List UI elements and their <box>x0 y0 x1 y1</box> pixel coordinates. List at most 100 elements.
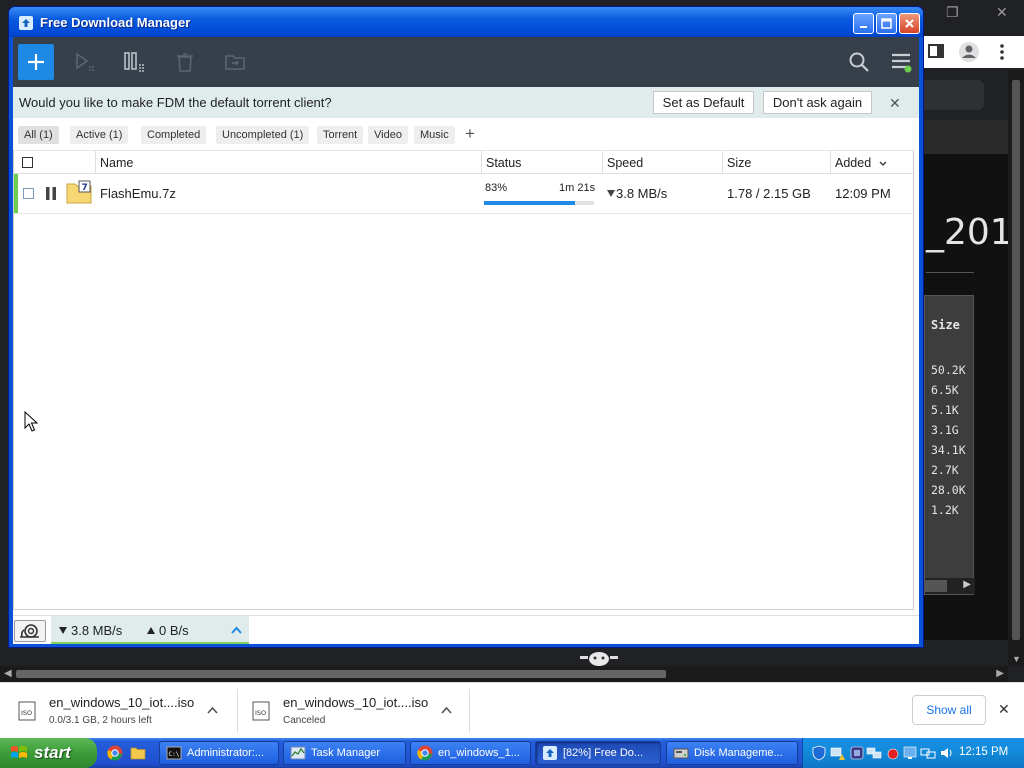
list-header: Name Status Speed Size Added <box>14 150 913 174</box>
dont-ask-again-button[interactable]: Don't ask again <box>763 91 872 114</box>
device-icon[interactable] <box>849 745 865 761</box>
robot-mascot-icon <box>580 652 618 666</box>
pause-icon[interactable] <box>45 186 57 201</box>
total-upload-speed: 0 B/s <box>159 623 189 638</box>
chrome-icon[interactable] <box>107 745 123 761</box>
taskbar-item-cmd[interactable]: C:\ Administrator:... <box>159 741 279 765</box>
scrollbar-thumb[interactable] <box>925 580 947 592</box>
taskbar-item-task-manager[interactable]: Task Manager <box>283 741 406 765</box>
speed-limiter-button[interactable] <box>14 620 46 642</box>
record-icon[interactable] <box>885 745 901 761</box>
network-warning-icon[interactable] <box>830 745 846 761</box>
move-to-folder-icon[interactable] <box>223 50 247 74</box>
clock[interactable]: 12:15 PM <box>959 746 1008 758</box>
chrome-icon <box>417 745 433 761</box>
search-icon[interactable] <box>847 50 871 74</box>
start-all-icon[interactable] <box>73 50 97 74</box>
profile-avatar-icon[interactable] <box>958 41 980 63</box>
scroll-right-arrow-icon[interactable]: ▶ <box>996 668 1004 679</box>
add-download-button[interactable] <box>18 44 54 80</box>
download-arrow-icon <box>59 627 67 634</box>
notification-text: Would you like to make FDM the default t… <box>19 95 332 110</box>
total-download-speed: 3.8 MB/s <box>71 623 123 638</box>
taskbar-item-chrome[interactable]: en_windows_1... <box>410 741 531 765</box>
chevron-up-icon[interactable] <box>207 706 218 714</box>
column-header-status[interactable]: Status <box>486 156 521 170</box>
minimize-button[interactable] <box>853 13 874 34</box>
maximize-icon <box>881 18 892 29</box>
maximize-button[interactable] <box>876 13 897 34</box>
shelf-download-item[interactable]: ISO en_windows_10_iot....iso Canceled <box>251 683 461 739</box>
fdm-window: Free Download Manager Would you like to … <box>8 6 924 648</box>
size-cell: 28.0K <box>931 483 966 497</box>
close-icon[interactable]: ✕ <box>996 4 1008 21</box>
show-all-button[interactable]: Show all <box>912 695 986 725</box>
scroll-down-arrow-icon[interactable]: ▼ <box>1012 654 1021 664</box>
column-header-size[interactable]: Size <box>727 156 751 170</box>
scroll-right-arrow-icon[interactable]: ▶ <box>963 579 971 590</box>
column-header-name[interactable]: Name <box>100 156 133 170</box>
volume-icon[interactable] <box>939 745 955 761</box>
tab-torrent[interactable]: Torrent <box>317 126 364 144</box>
column-header-added[interactable]: Added <box>835 156 871 170</box>
tab-all[interactable]: All (1) <box>18 126 59 144</box>
iso-file-icon: ISO <box>18 701 36 721</box>
system-tray: 12:15 PM <box>802 738 1024 768</box>
pause-all-icon[interactable] <box>123 50 147 74</box>
window-title: Free Download Manager <box>40 15 191 30</box>
column-header-speed[interactable]: Speed <box>607 156 643 170</box>
network-icon[interactable] <box>866 745 882 761</box>
chevron-up-icon[interactable] <box>441 706 452 714</box>
task-manager-icon <box>290 746 306 760</box>
archive-file-icon: 7 <box>66 180 92 204</box>
speed-summary[interactable]: 3.8 MB/s 0 B/s <box>51 616 249 644</box>
close-icon[interactable]: ✕ <box>889 95 901 112</box>
close-button[interactable] <box>899 13 920 34</box>
scrollbar-thumb[interactable] <box>1012 80 1020 640</box>
shelf-download-item[interactable]: ISO en_windows_10_iot....iso 0.0/3.1 GB,… <box>17 683 227 739</box>
main-menu-icon[interactable] <box>889 50 913 74</box>
taskbar-item-fdm[interactable]: [82%] Free Do... <box>535 741 661 765</box>
scrollbar-thumb[interactable] <box>16 670 666 678</box>
restore-icon[interactable]: ❐ <box>946 4 959 21</box>
start-label: start <box>34 743 71 762</box>
fdm-titlebar[interactable]: Free Download Manager <box>9 7 923 37</box>
taskbar-item-disk-management[interactable]: Disk Manageme... <box>666 741 798 765</box>
folder-icon[interactable] <box>130 745 146 761</box>
tab-completed[interactable]: Completed <box>141 126 207 144</box>
side-panel-icon[interactable] <box>928 43 944 59</box>
snail-icon <box>20 624 39 638</box>
svg-text:ISO: ISO <box>255 709 266 717</box>
taskbar-item-label: [82%] Free Do... <box>563 747 644 759</box>
svg-text:ISO: ISO <box>21 709 32 717</box>
kebab-menu-icon[interactable] <box>998 43 1006 61</box>
security-shield-icon[interactable] <box>811 745 827 761</box>
fdm-content: Would you like to make FDM the default t… <box>13 37 919 644</box>
network-connection-icon[interactable] <box>920 745 936 761</box>
table-row[interactable]: 7 FlashEmu.7z 83% 1m 21s 3.8 MB/s 1.78 /… <box>14 174 913 214</box>
column-separator <box>95 151 96 174</box>
page-horizontal-scrollbar[interactable]: ◀ ▶ <box>0 666 1008 682</box>
tab-video[interactable]: Video <box>368 126 408 144</box>
tab-music[interactable]: Music <box>414 126 455 144</box>
table-horizontal-scrollbar[interactable]: ▶ <box>925 578 975 594</box>
address-bar[interactable] <box>924 80 984 110</box>
add-filter-button[interactable]: + <box>465 124 475 144</box>
size-cell: 34.1K <box>931 443 966 457</box>
sort-descending-icon[interactable] <box>879 161 887 167</box>
tab-uncompleted[interactable]: Uncompleted (1) <box>216 126 310 144</box>
download-arrow-icon <box>607 190 615 197</box>
page-vertical-scrollbar[interactable]: ▼ <box>1008 70 1024 666</box>
iso-file-icon: ISO <box>252 701 270 721</box>
start-button[interactable]: start <box>0 738 97 768</box>
close-icon[interactable]: ✕ <box>998 701 1010 718</box>
set-as-default-button[interactable]: Set as Default <box>653 91 754 114</box>
size-cell: 50.2K <box>931 363 966 377</box>
row-checkbox[interactable] <box>23 188 34 199</box>
chevron-up-icon[interactable] <box>231 626 242 634</box>
screen-icon[interactable] <box>902 745 918 761</box>
delete-icon[interactable] <box>173 50 197 74</box>
select-all-checkbox[interactable] <box>22 157 33 168</box>
tab-active[interactable]: Active (1) <box>70 126 129 144</box>
scroll-left-arrow-icon[interactable]: ◀ <box>4 668 12 679</box>
